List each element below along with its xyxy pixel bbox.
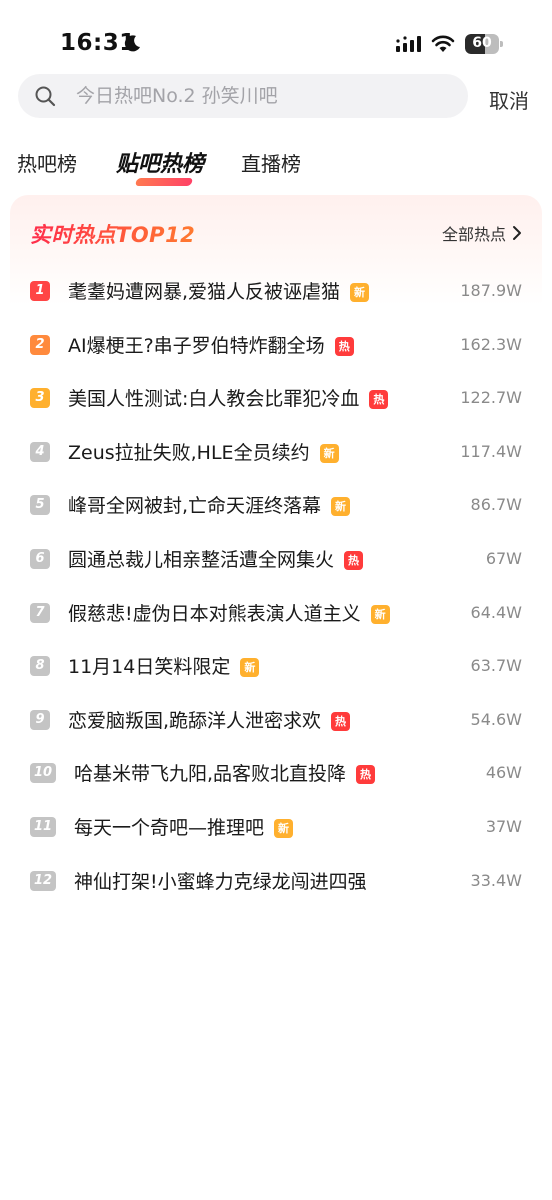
hot-item-title: 恋爱脑叛国,跪舔洋人泄密求欢热 bbox=[68, 706, 351, 733]
hot-item-title: 11月14日笑料限定新 bbox=[68, 652, 260, 679]
rank-badge: 9 bbox=[30, 709, 50, 730]
hot-item-title-text: 11月14日笑料限定 bbox=[68, 656, 231, 679]
rank-badge: 7 bbox=[30, 602, 50, 623]
hot-list-item[interactable]: 6 圆通总裁儿相亲整活遭全网集火热 67W bbox=[0, 532, 552, 586]
hot-item-count: 117.4W bbox=[460, 441, 522, 461]
hot-list-item[interactable]: 9 恋爱脑叛国,跪舔洋人泄密求欢热 54.6W bbox=[0, 693, 552, 747]
see-all-label: 全部热点 bbox=[441, 225, 506, 244]
hot-item-title-text: 假慈悲!虚伪日本对熊表演人道主义 bbox=[68, 602, 361, 625]
hot-item-title: AI爆梗王?串子罗伯特炸翻全场热 bbox=[68, 331, 354, 358]
rank-badge: 10 bbox=[30, 763, 56, 784]
hot-item-title-text: 哈基米带飞九阳,品客败北直投降 bbox=[74, 763, 347, 786]
hot-tag: 热 bbox=[344, 551, 364, 570]
new-tag: 新 bbox=[319, 443, 339, 463]
hot-tag: 热 bbox=[334, 336, 354, 356]
hot-item-title-text: 美国人性测试:白人教会比罪犯冷血 bbox=[68, 388, 360, 411]
hot-item-count: 46W bbox=[485, 763, 522, 783]
hot-list-item[interactable]: 10 哈基米带飞九阳,品客败北直投降热 46W bbox=[0, 746, 552, 800]
hot-item-title-text: 恋爱脑叛国,跪舔洋人泄密求欢 bbox=[68, 709, 322, 732]
rank-badge: 1 bbox=[30, 281, 50, 301]
hot-item-title-text: 峰哥全网被封,亡命天涯终落幕 bbox=[68, 495, 322, 518]
hot-item-title: 耄耋妈遭网暴,爱猫人反被诬虐猫新 bbox=[68, 277, 370, 304]
hot-item-title: 每天一个奇吧—推理吧新 bbox=[74, 813, 294, 840]
hot-item-count: 54.6W bbox=[470, 709, 522, 729]
tab-live[interactable]: 直播榜 bbox=[241, 148, 301, 177]
tab-tieba-hot[interactable]: 贴吧热榜 bbox=[116, 146, 204, 178]
hot-item-title: 峰哥全网被封,亡命天涯终落幕新 bbox=[68, 491, 351, 518]
hot-list-item[interactable]: 4 Zeus拉扯失败,HLE全员续约新 117.4W bbox=[0, 425, 552, 479]
hot-item-title: 圆通总裁儿相亲整活遭全网集火热 bbox=[68, 545, 364, 572]
rank-badge: 8 bbox=[30, 656, 50, 677]
new-tag: 新 bbox=[370, 604, 390, 624]
hot-item-count: 86.7W bbox=[470, 495, 522, 515]
hot-item-count: 64.4W bbox=[470, 602, 522, 622]
status-bar: 16:31 60 bbox=[0, 0, 552, 70]
hot-item-count: 37W bbox=[485, 817, 522, 836]
wifi-icon bbox=[431, 35, 455, 52]
rank-badge: 6 bbox=[30, 549, 50, 569]
hot-list-item[interactable]: 8 11月14日笑料限定新 63.7W bbox=[0, 639, 552, 693]
new-tag: 新 bbox=[350, 283, 370, 302]
hot-tag: 热 bbox=[369, 390, 389, 410]
hot-list-item[interactable]: 11 每天一个奇吧—推理吧新 37W bbox=[0, 800, 552, 854]
see-all-link[interactable]: 全部热点 bbox=[442, 221, 522, 245]
cancel-button[interactable]: 取消 bbox=[489, 85, 529, 114]
signal-icon bbox=[396, 36, 421, 52]
tab-hot-bars[interactable]: 热吧榜 bbox=[17, 148, 77, 177]
moon-icon bbox=[124, 35, 140, 52]
rank-badge: 3 bbox=[30, 388, 50, 409]
hot-item-title-text: 神仙打架!小蜜蜂力克绿龙闯进四强 bbox=[74, 870, 367, 893]
new-tag: 新 bbox=[274, 819, 294, 838]
card-title: 实时热点TOP12 bbox=[30, 219, 195, 249]
active-tab-indicator bbox=[134, 178, 194, 186]
hot-item-title-text: Zeus拉扯失败,HLE全员续约 bbox=[68, 441, 310, 464]
hot-item-count: 67W bbox=[485, 549, 522, 568]
rank-badge: 5 bbox=[30, 495, 50, 516]
hot-item-title: 假慈悲!虚伪日本对熊表演人道主义新 bbox=[68, 599, 390, 626]
hot-item-title: 美国人性测试:白人教会比罪犯冷血热 bbox=[68, 384, 389, 411]
hot-item-count: 162.3W bbox=[460, 334, 522, 354]
hot-item-title: 哈基米带飞九阳,品客败北直投降热 bbox=[74, 759, 376, 786]
hot-list-item[interactable]: 7 假慈悲!虚伪日本对熊表演人道主义新 64.4W bbox=[0, 586, 552, 640]
battery-icon: 60 bbox=[465, 34, 503, 54]
hot-tag: 热 bbox=[331, 711, 351, 731]
hot-list-item[interactable]: 1 耄耋妈遭网暴,爱猫人反被诬虐猫新 187.9W bbox=[0, 264, 552, 318]
rank-badge: 2 bbox=[30, 334, 50, 355]
hot-tag: 热 bbox=[356, 765, 376, 785]
hot-item-title-text: 耄耋妈遭网暴,爱猫人反被诬虐猫 bbox=[68, 281, 341, 303]
battery-level: 60 bbox=[472, 35, 492, 51]
hot-list-item[interactable]: 2 AI爆梗王?串子罗伯特炸翻全场热 162.3W bbox=[0, 318, 552, 372]
rank-badge: 11 bbox=[30, 817, 56, 837]
hot-item-title: 神仙打架!小蜜蜂力克绿龙闯进四强 bbox=[74, 867, 367, 894]
rank-badge: 12 bbox=[30, 870, 56, 891]
hot-item-title-text: AI爆梗王?串子罗伯特炸翻全场 bbox=[68, 334, 325, 357]
hot-list-item[interactable]: 12 神仙打架!小蜜蜂力克绿龙闯进四强 33.4W bbox=[0, 854, 552, 908]
hot-item-title-text: 每天一个奇吧—推理吧 bbox=[74, 817, 265, 839]
new-tag: 新 bbox=[331, 497, 351, 517]
chevron-right-icon bbox=[513, 226, 521, 240]
search-icon bbox=[35, 86, 56, 107]
hot-item-count: 33.4W bbox=[470, 870, 522, 890]
rank-badge: 4 bbox=[30, 441, 50, 462]
hot-item-title-text: 圆通总裁儿相亲整活遭全网集火 bbox=[68, 549, 335, 571]
hot-item-count: 63.7W bbox=[470, 656, 522, 676]
search-box[interactable] bbox=[18, 74, 468, 118]
hot-list-item[interactable]: 5 峰哥全网被封,亡命天涯终落幕新 86.7W bbox=[0, 478, 552, 532]
tab-bar: 热吧榜 贴吧热榜 直播榜 bbox=[0, 142, 552, 186]
hot-item-count: 122.7W bbox=[460, 388, 522, 408]
hot-item-count: 187.9W bbox=[460, 281, 522, 300]
hot-item-title: Zeus拉扯失败,HLE全员续约新 bbox=[68, 438, 339, 465]
search-input[interactable] bbox=[76, 74, 456, 118]
new-tag: 新 bbox=[240, 658, 260, 678]
hot-list-item[interactable]: 3 美国人性测试:白人教会比罪犯冷血热 122.7W bbox=[0, 371, 552, 425]
